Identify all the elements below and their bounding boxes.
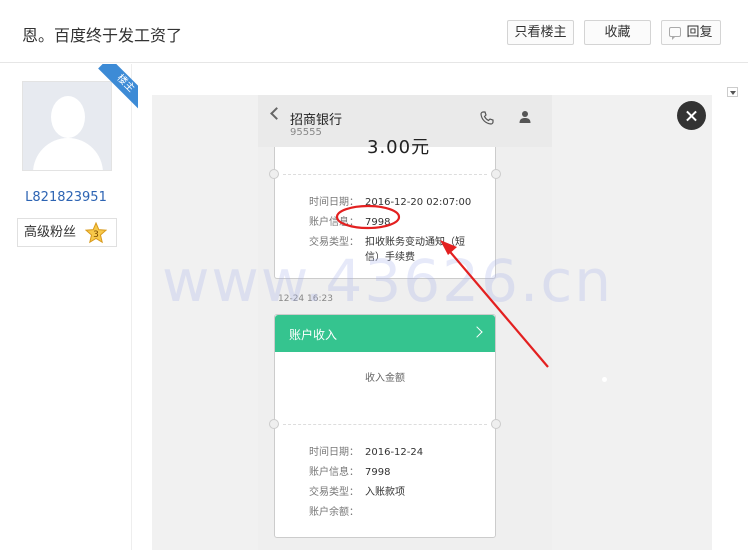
comment-icon bbox=[669, 27, 682, 40]
dropdown-arrow-icon[interactable] bbox=[727, 87, 738, 97]
phone-screenshot: 招商银行 95555 3.00元 时间日期： 2016-12-20 02:07:0… bbox=[258, 95, 552, 550]
detail-row: 时间日期： 2016-12-20 02:07:00 bbox=[309, 193, 471, 208]
income-card-header[interactable]: 账户收入 bbox=[275, 315, 495, 352]
detail-key: 时间日期： bbox=[309, 447, 359, 458]
detail-key: 账户信息： bbox=[309, 217, 359, 228]
author-badge: 楼主 bbox=[93, 64, 138, 109]
bank-name: 招商银行 bbox=[290, 113, 343, 128]
watermark-text: www.43626.cn bbox=[162, 247, 614, 315]
phone-call-icon bbox=[480, 111, 494, 125]
post-image[interactable]: 招商银行 95555 3.00元 时间日期： 2016-12-20 02:07:0… bbox=[152, 95, 712, 550]
card-notch bbox=[269, 419, 279, 429]
thread-header: 恩。百度终于发工资了 只看楼主 收藏 回复 bbox=[0, 0, 748, 63]
detail-key: 交易类型： bbox=[309, 487, 359, 498]
income-amount-label: 收入金额 bbox=[365, 373, 405, 384]
chevron-right-icon bbox=[471, 326, 483, 338]
fan-level-title: 高级粉丝 bbox=[24, 225, 77, 240]
detail-value: 2016-12-24 bbox=[365, 447, 424, 458]
only-author-button[interactable]: 只看楼主 bbox=[507, 20, 574, 45]
card-divider bbox=[283, 174, 487, 175]
avatar-head-shape bbox=[51, 96, 85, 138]
level-star-icon: 3 bbox=[85, 222, 107, 244]
detail-key: 时间日期： bbox=[309, 197, 359, 208]
detail-key: 交易类型： bbox=[309, 237, 359, 248]
avatar-body-shape bbox=[33, 138, 103, 170]
transaction-card-income: 账户收入 收入金额 时间日期： 2016-12-24 账户信息： 7998 交易类型… bbox=[269, 314, 501, 538]
reply-button[interactable]: 回复 bbox=[661, 20, 721, 45]
detail-row: 账户余额： bbox=[309, 503, 365, 518]
thread-title: 恩。百度终于发工资了 bbox=[22, 26, 183, 45]
close-icon[interactable] bbox=[677, 101, 706, 130]
favorite-button[interactable]: 收藏 bbox=[584, 20, 651, 45]
income-card-title: 账户收入 bbox=[289, 328, 338, 342]
detail-value: 2016-12-20 02:07:00 bbox=[365, 197, 472, 208]
fan-level-badge[interactable]: 高级粉丝 3 bbox=[17, 218, 117, 247]
detail-value: 入账款项 bbox=[365, 487, 405, 498]
detail-row: 账户信息： 7998 bbox=[309, 463, 390, 478]
card-notch bbox=[491, 419, 501, 429]
detail-row: 交易类型： 扣收账务变动通知（短 bbox=[309, 233, 465, 248]
author-badge-label: 楼主 bbox=[98, 64, 138, 109]
fee-amount: 3.00元 bbox=[367, 137, 431, 158]
level-number: 3 bbox=[93, 230, 99, 240]
detail-row: 时间日期： 2016-12-24 bbox=[309, 443, 423, 458]
detail-key: 账户信息： bbox=[309, 467, 359, 478]
username-link[interactable]: L821823951 bbox=[0, 190, 132, 205]
detail-value: 7998 bbox=[365, 217, 391, 228]
card-notch bbox=[269, 169, 279, 179]
person-icon bbox=[519, 111, 531, 123]
author-sidebar: 楼主 L821823951 高级粉丝 3 bbox=[0, 64, 138, 550]
detail-row: 账户信息： 7998 bbox=[309, 213, 390, 228]
reply-button-label: 回复 bbox=[686, 25, 713, 40]
detail-value: 7998 bbox=[365, 467, 391, 478]
detail-key: 账户余额： bbox=[309, 507, 359, 518]
card-divider bbox=[283, 424, 487, 425]
card-notch bbox=[491, 169, 501, 179]
back-arrow-icon bbox=[270, 107, 283, 120]
image-speck bbox=[602, 377, 607, 382]
bank-number: 95555 bbox=[290, 127, 322, 138]
detail-row: 交易类型： 入账款项 bbox=[309, 483, 405, 498]
